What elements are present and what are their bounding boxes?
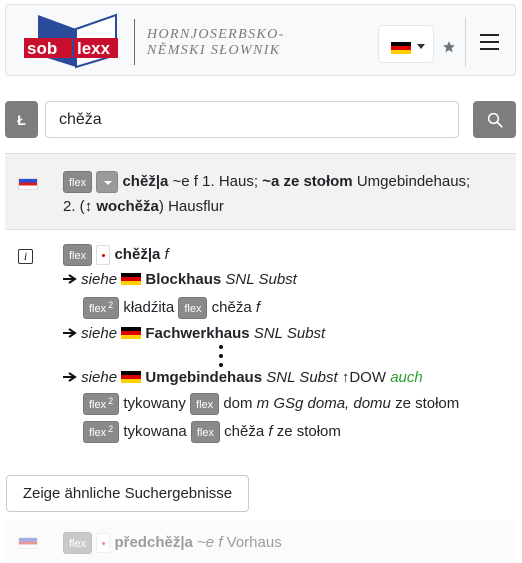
translation-tail: ze stołom <box>395 395 460 412</box>
soblexx-logo[interactable]: sob lexx <box>24 9 122 71</box>
flex-button[interactable]: flex <box>63 171 93 194</box>
flex-button[interactable]: flex 2 <box>83 297 120 320</box>
lemma[interactable]: chěž|a <box>122 173 168 190</box>
see-also-word[interactable]: Fachwerkhaus <box>145 325 249 342</box>
source-label: SNL Subst <box>225 271 297 288</box>
source-label: SNL Subst <box>253 325 326 342</box>
site-title-line1: HORNJOSERBSKO- <box>147 27 285 42</box>
gender: f <box>255 299 261 316</box>
translation-row: flex 2 tykowana flex chěža f ze stołom <box>83 421 341 444</box>
translation-tail: ze stołom <box>276 423 341 440</box>
translation-word[interactable]: tykowana <box>123 423 186 440</box>
lemma[interactable]: chěž|a <box>114 246 160 263</box>
svg-text:sob: sob <box>27 39 57 58</box>
top-navbar: sob lexx HORNJOSERBSKO- NĚMSKI SŁOWNIK <box>5 4 516 76</box>
dictionary-entry: flex chěž|a ~e f 1. Haus; ~a ze stołom U… <box>5 153 516 230</box>
sense-2-num: 2. ( <box>63 198 85 215</box>
see-also-line: siehe Blockhaus SNL Subst <box>63 269 297 291</box>
see-also-line: siehe Fachwerkhaus SNL Subst <box>63 323 325 345</box>
similar-results-button[interactable]: Zeige ähnliche Suchergebnisse <box>6 475 249 512</box>
flex-button[interactable]: flex 2 <box>83 393 120 416</box>
search-button[interactable] <box>473 101 516 138</box>
translation-word[interactable]: chěža <box>212 299 252 316</box>
svg-text:lexx: lexx <box>77 39 111 58</box>
translation-row: flex 2 kładźita flex chěža f <box>83 297 261 320</box>
flex-button[interactable]: flex <box>63 244 93 267</box>
translation-word[interactable]: chěža <box>224 423 264 440</box>
flex-button[interactable]: flex 2 <box>83 421 120 444</box>
expand-dropdown-icon[interactable] <box>96 171 119 194</box>
hamburger-menu-icon[interactable] <box>480 34 502 52</box>
de-flag-icon <box>121 327 142 339</box>
cross-ref-link[interactable]: wochěža <box>96 198 159 215</box>
collapsed-items-indicator[interactable] <box>219 345 223 367</box>
flex-button[interactable]: flex <box>190 421 220 444</box>
de-flag-icon <box>121 273 142 285</box>
updown-arrow-icon: ↕ <box>84 198 93 215</box>
dow-reference-link[interactable]: ↑DOW <box>342 369 386 386</box>
site-title-line2: NĚMSKI SŁOWNIK <box>147 43 281 58</box>
search-input[interactable] <box>45 101 459 138</box>
language-dropdown[interactable] <box>378 25 434 63</box>
flex-button[interactable]: flex <box>190 393 220 416</box>
de-flag-icon <box>121 371 142 383</box>
lemma[interactable]: předchěž|a <box>114 534 192 551</box>
phrase-translation: Umgebindehaus; <box>356 173 471 190</box>
site-title: HORNJOSERBSKO- NĚMSKI SŁOWNIK <box>147 27 285 59</box>
logo-divider <box>134 19 135 65</box>
sorbian-flag-icon <box>18 178 38 190</box>
header-divider <box>465 17 466 67</box>
entry-line: flex předchěž|a ~e f Vorhaus <box>63 532 282 555</box>
caret-down-icon <box>417 44 425 49</box>
translation-row: flex 2 tykowany flex dom m GSg doma, domu… <box>83 393 460 416</box>
entry-line: flex chěž|a ~e f 1. Haus; ~a ze stołom U… <box>63 171 471 194</box>
flex-button[interactable]: flex <box>178 297 208 320</box>
grammar: ~e f <box>197 534 223 551</box>
entry-line: flex chěž|a f <box>63 244 169 267</box>
audio-dot-icon[interactable] <box>96 533 111 554</box>
info-icon[interactable]: i <box>18 249 33 264</box>
siehe-label: siehe <box>81 325 118 342</box>
de-flag-icon <box>391 42 411 54</box>
sense-2-translation: Hausflur <box>168 198 224 215</box>
translation: Vorhaus <box>226 534 282 551</box>
special-char-button[interactable]: Ł <box>5 101 38 138</box>
grammar-note: m GSg doma, domu <box>256 395 391 412</box>
sense-1: 1. Haus; <box>202 173 259 190</box>
dictionary-entry-faded: flex předchěž|a ~e f Vorhaus <box>5 521 516 563</box>
auch-label: auch <box>390 369 423 386</box>
entry-line-2: 2. (↕ wochěža) Hausflur <box>63 196 224 218</box>
audio-dot-icon[interactable] <box>96 245 111 266</box>
see-also-word[interactable]: Blockhaus <box>145 271 221 288</box>
see-also-line: siehe Umgebindehaus SNL Subst ↑DOW auch <box>63 367 423 389</box>
see-also-word[interactable]: Umgebindehaus <box>145 369 262 386</box>
search-icon <box>487 112 503 128</box>
pointer-arrow-icon <box>63 269 77 291</box>
source-label: SNL Subst <box>266 369 338 386</box>
pointer-arrow-icon <box>63 367 77 389</box>
gender: f <box>164 246 169 263</box>
pointer-arrow-icon <box>63 323 77 345</box>
flex-button[interactable]: flex <box>63 532 93 555</box>
phrase: ~a ze stołom <box>262 173 353 190</box>
siehe-label: siehe <box>81 271 118 288</box>
siehe-label: siehe <box>81 369 118 386</box>
translation-word[interactable]: dom <box>223 395 252 412</box>
sorbian-flag-icon <box>18 537 38 549</box>
sense-2-close: ) <box>158 198 164 215</box>
star-icon[interactable] <box>442 40 456 54</box>
translation-word[interactable]: tykowany <box>123 395 186 412</box>
translation-word[interactable]: kładźita <box>123 299 174 316</box>
gender: f <box>268 423 273 440</box>
grammar: ~e f <box>172 173 198 190</box>
